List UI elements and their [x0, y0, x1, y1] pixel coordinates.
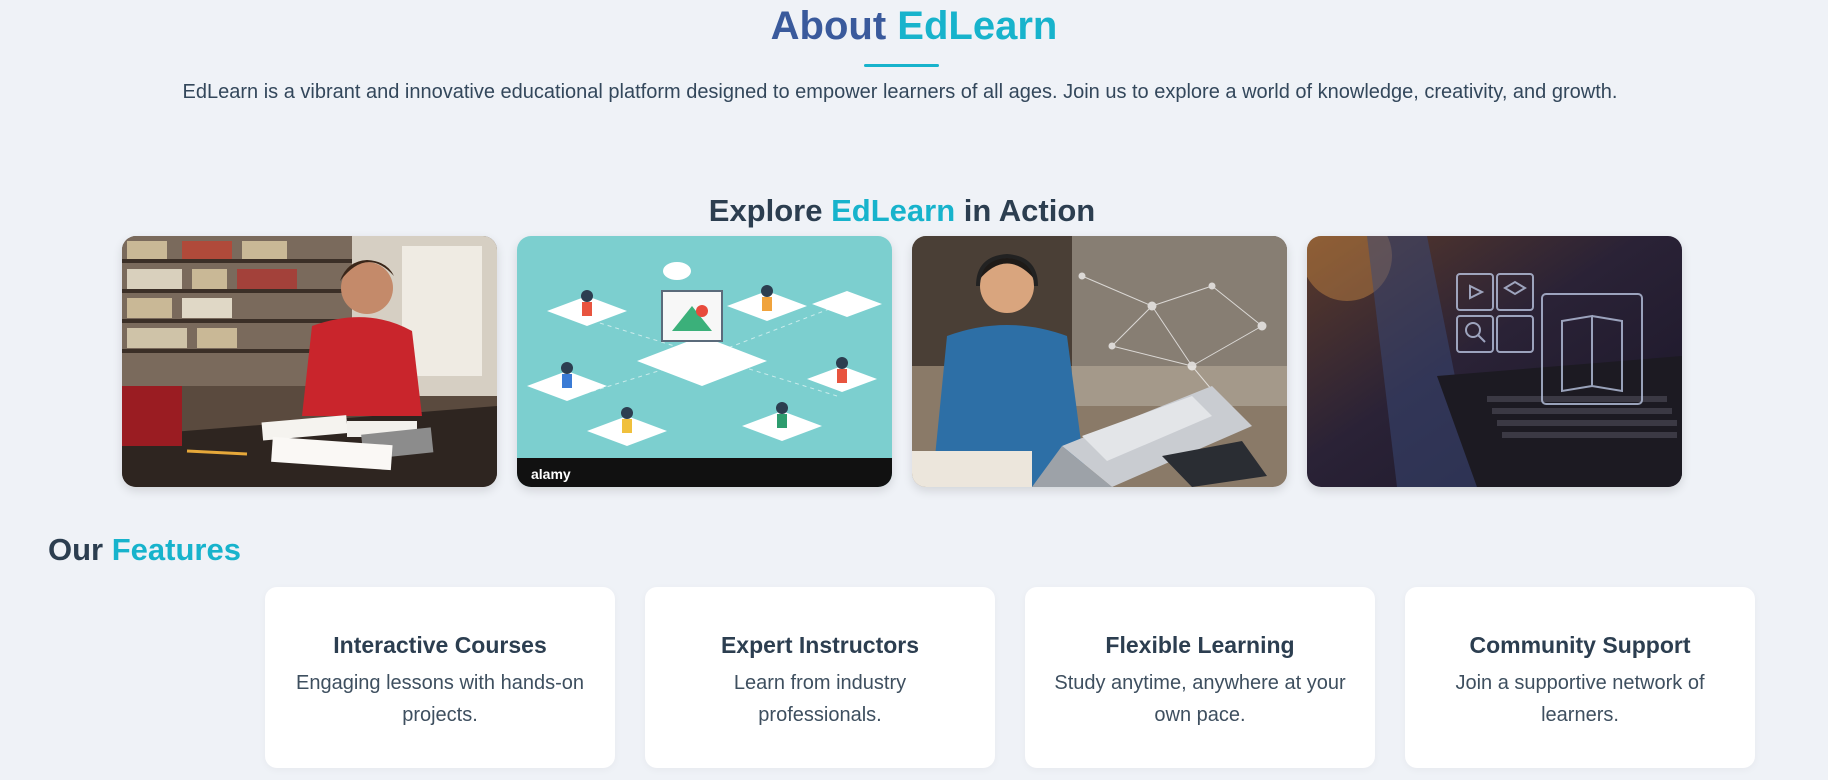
about-title-accent: EdLearn [897, 4, 1058, 48]
laptop-elearning-icons-image [1307, 236, 1682, 487]
title-underline [864, 64, 939, 67]
about-title: About EdLearn [0, 4, 1828, 49]
feature-description: Join a supportive network of learners. [1455, 672, 1705, 726]
student-headset-laptop-network-image [912, 236, 1287, 487]
online-classroom-illustration-image: alamy [517, 236, 892, 487]
feature-title: Community Support [1469, 632, 1691, 658]
feature-description: Study anytime, anywhere at your own pace… [1054, 672, 1346, 726]
about-title-prefix: About [770, 4, 887, 48]
alamy-watermark: alamy [531, 466, 571, 482]
feature-description: Learn from industry professionals. [733, 672, 907, 726]
feature-title: Expert Instructors [720, 632, 920, 658]
student-studying-library-image [122, 236, 497, 487]
feature-title: Interactive Courses [333, 632, 547, 658]
feature-card-interactive-courses: Interactive Courses Engaging lessons wit… [265, 587, 615, 768]
features-title-prefix: Our [48, 532, 104, 567]
about-description: EdLearn is a vibrant and innovative educ… [182, 81, 1618, 103]
explore-title-prefix: Explore [708, 193, 823, 228]
feature-title: Flexible Learning [1105, 632, 1295, 658]
explore-title-accent: EdLearn [831, 193, 956, 228]
feature-description: Engaging lessons with hands-on projects. [296, 672, 584, 726]
features-title-accent: Features [111, 532, 241, 567]
explore-title: Explore EdLearn in Action [0, 193, 1804, 229]
features-title: Our Features [48, 532, 241, 568]
feature-card-expert-instructors: Expert Instructors Learn from industry p… [645, 587, 995, 768]
feature-card-flexible-learning: Flexible Learning Study anytime, anywher… [1025, 587, 1375, 768]
explore-title-suffix: in Action [963, 193, 1096, 228]
image-gallery: alamy [122, 236, 1682, 487]
feature-card-community-support: Community Support Join a supportive netw… [1405, 587, 1755, 768]
